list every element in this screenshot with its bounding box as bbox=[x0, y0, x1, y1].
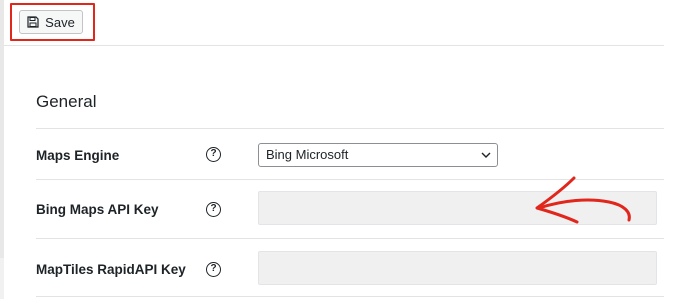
annotation-arrow-icon bbox=[535, 176, 631, 224]
help-icon[interactable]: ? bbox=[206, 147, 221, 162]
maps-engine-label: Maps Engine bbox=[36, 148, 120, 163]
save-button[interactable]: Save bbox=[19, 10, 83, 34]
settings-panel: Save General Maps Engine ? Bing Microsof… bbox=[4, 0, 680, 299]
bing-api-key-label: Bing Maps API Key bbox=[36, 202, 159, 217]
row-divider bbox=[36, 238, 664, 239]
help-icon[interactable]: ? bbox=[206, 202, 221, 217]
section-title: General bbox=[36, 92, 97, 111]
row-divider bbox=[36, 296, 664, 297]
save-button-label: Save bbox=[45, 14, 75, 30]
maptiles-api-key-label: MapTiles RapidAPI Key bbox=[36, 262, 186, 277]
chevron-down-icon bbox=[481, 152, 491, 158]
maps-engine-select[interactable]: Bing Microsoft bbox=[258, 143, 498, 167]
maps-engine-select-value: Bing Microsoft bbox=[266, 147, 349, 162]
floppy-disk-icon bbox=[27, 16, 39, 28]
toolbar bbox=[4, 0, 664, 46]
maptiles-api-key-field[interactable] bbox=[258, 251, 657, 285]
help-icon[interactable]: ? bbox=[206, 262, 221, 277]
row-divider bbox=[36, 128, 664, 129]
